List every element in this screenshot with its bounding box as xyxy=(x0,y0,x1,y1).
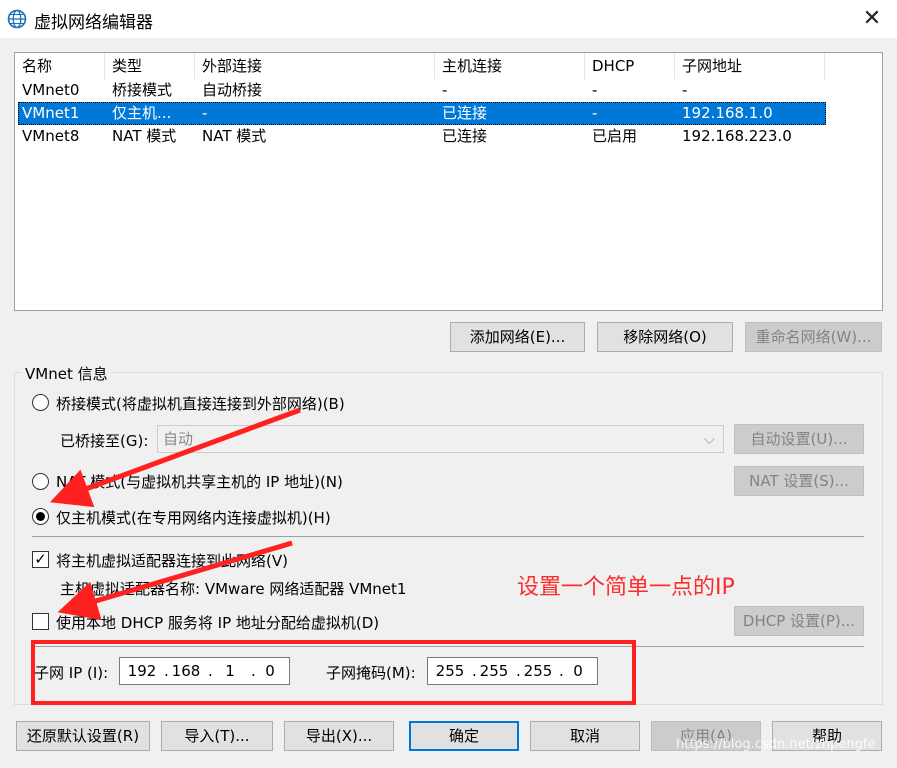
cell-external: - xyxy=(202,104,208,122)
chevron-down-icon: ⌵ xyxy=(703,430,715,448)
network-list[interactable]: 名称 类型 外部连接 主机连接 DHCP 子网地址 VMnet0 桥接模式 自动… xyxy=(14,52,883,311)
column-header-external[interactable]: 外部连接 xyxy=(195,53,435,79)
close-icon[interactable]: ✕ xyxy=(858,5,886,33)
cell-host: 已连接 xyxy=(442,127,488,145)
nat-label[interactable]: NAT 模式(与虚拟机共享主机的 IP 地址)(N) xyxy=(56,471,343,492)
network-globe-icon xyxy=(7,9,27,29)
bridged-radio[interactable] xyxy=(32,394,49,411)
dhcp-label[interactable]: 使用本地 DHCP 服务将 IP 地址分配给虚拟机(D) xyxy=(56,612,379,633)
connect-adapter-label[interactable]: 将主机虚拟适配器连接到此网络(V) xyxy=(56,550,288,571)
table-row-selected[interactable]: VMnet1 仅主机... - 已连接 - 192.168.1.0 xyxy=(18,102,826,125)
vmnet-info-title: VMnet 信息 xyxy=(22,363,111,384)
watermark-text: https://blog.csdn.net/zhpengfe xyxy=(676,737,876,752)
export-button[interactable]: 导出(X)... xyxy=(284,721,394,751)
column-header-name[interactable]: 名称 xyxy=(15,53,105,79)
bridged-label[interactable]: 桥接模式(将虚拟机直接连接到外部网络)(B) xyxy=(56,393,345,414)
annotation-highlight-box xyxy=(31,640,636,705)
ok-button[interactable]: 确定 xyxy=(409,721,519,751)
cell-subnet: - xyxy=(682,81,688,99)
add-network-button[interactable]: 添加网络(E)... xyxy=(450,322,585,352)
cell-type: 桥接模式 xyxy=(112,81,173,99)
cancel-button[interactable]: 取消 xyxy=(530,721,640,751)
column-header-subnet[interactable]: 子网地址 xyxy=(675,53,825,79)
import-button[interactable]: 导入(T)... xyxy=(161,721,273,751)
table-row[interactable]: VMnet0 桥接模式 自动桥接 - - - xyxy=(18,79,826,102)
cell-subnet: 192.168.1.0 xyxy=(682,104,773,122)
bridged-to-select[interactable]: 自动 ⌵ xyxy=(157,425,724,453)
cell-dhcp: 已启用 xyxy=(592,127,638,145)
annotation-text: 设置一个简单一点的IP xyxy=(517,575,735,600)
hostonly-radio[interactable] xyxy=(32,508,49,525)
dhcp-checkbox[interactable] xyxy=(32,613,49,630)
cell-subnet: 192.168.223.0 xyxy=(682,127,792,145)
bridged-to-value: 自动 xyxy=(163,430,194,448)
cell-external: NAT 模式 xyxy=(202,127,267,145)
cell-type: NAT 模式 xyxy=(112,127,177,145)
auto-settings-button[interactable]: 自动设置(U)... xyxy=(734,424,864,454)
cell-dhcp: - xyxy=(592,81,598,99)
cell-type: 仅主机... xyxy=(112,104,172,122)
column-header-dhcp[interactable]: DHCP xyxy=(585,53,675,79)
cell-name: VMnet8 xyxy=(22,127,80,145)
restore-defaults-button[interactable]: 还原默认设置(R) xyxy=(16,721,150,751)
divider xyxy=(32,536,864,537)
rename-network-button[interactable]: 重命名网络(W)... xyxy=(745,322,882,352)
cell-dhcp: - xyxy=(592,104,598,122)
cell-external: 自动桥接 xyxy=(202,81,263,99)
window-title: 虚拟网络编辑器 xyxy=(34,13,153,33)
cell-name: VMnet0 xyxy=(22,81,80,99)
column-header-host[interactable]: 主机连接 xyxy=(435,53,585,79)
cell-host: - xyxy=(442,81,448,99)
cell-name: VMnet1 xyxy=(22,104,80,122)
column-header-type[interactable]: 类型 xyxy=(105,53,195,79)
nat-settings-button[interactable]: NAT 设置(S)... xyxy=(734,466,864,496)
cell-host: 已连接 xyxy=(442,104,488,122)
nat-radio[interactable] xyxy=(32,473,49,490)
adapter-name-text: 主机虚拟适配器名称: VMware 网络适配器 VMnet1 xyxy=(60,580,407,598)
table-row[interactable]: VMnet8 NAT 模式 NAT 模式 已连接 已启用 192.168.223… xyxy=(18,125,826,148)
hostonly-label[interactable]: 仅主机模式(在专用网络内连接虚拟机)(H) xyxy=(56,507,331,528)
connect-adapter-checkbox[interactable]: ✓ xyxy=(32,551,49,568)
remove-network-button[interactable]: 移除网络(O) xyxy=(597,322,733,352)
dhcp-settings-button[interactable]: DHCP 设置(P)... xyxy=(734,606,864,636)
bridged-to-label: 已桥接至(G): xyxy=(60,432,149,450)
